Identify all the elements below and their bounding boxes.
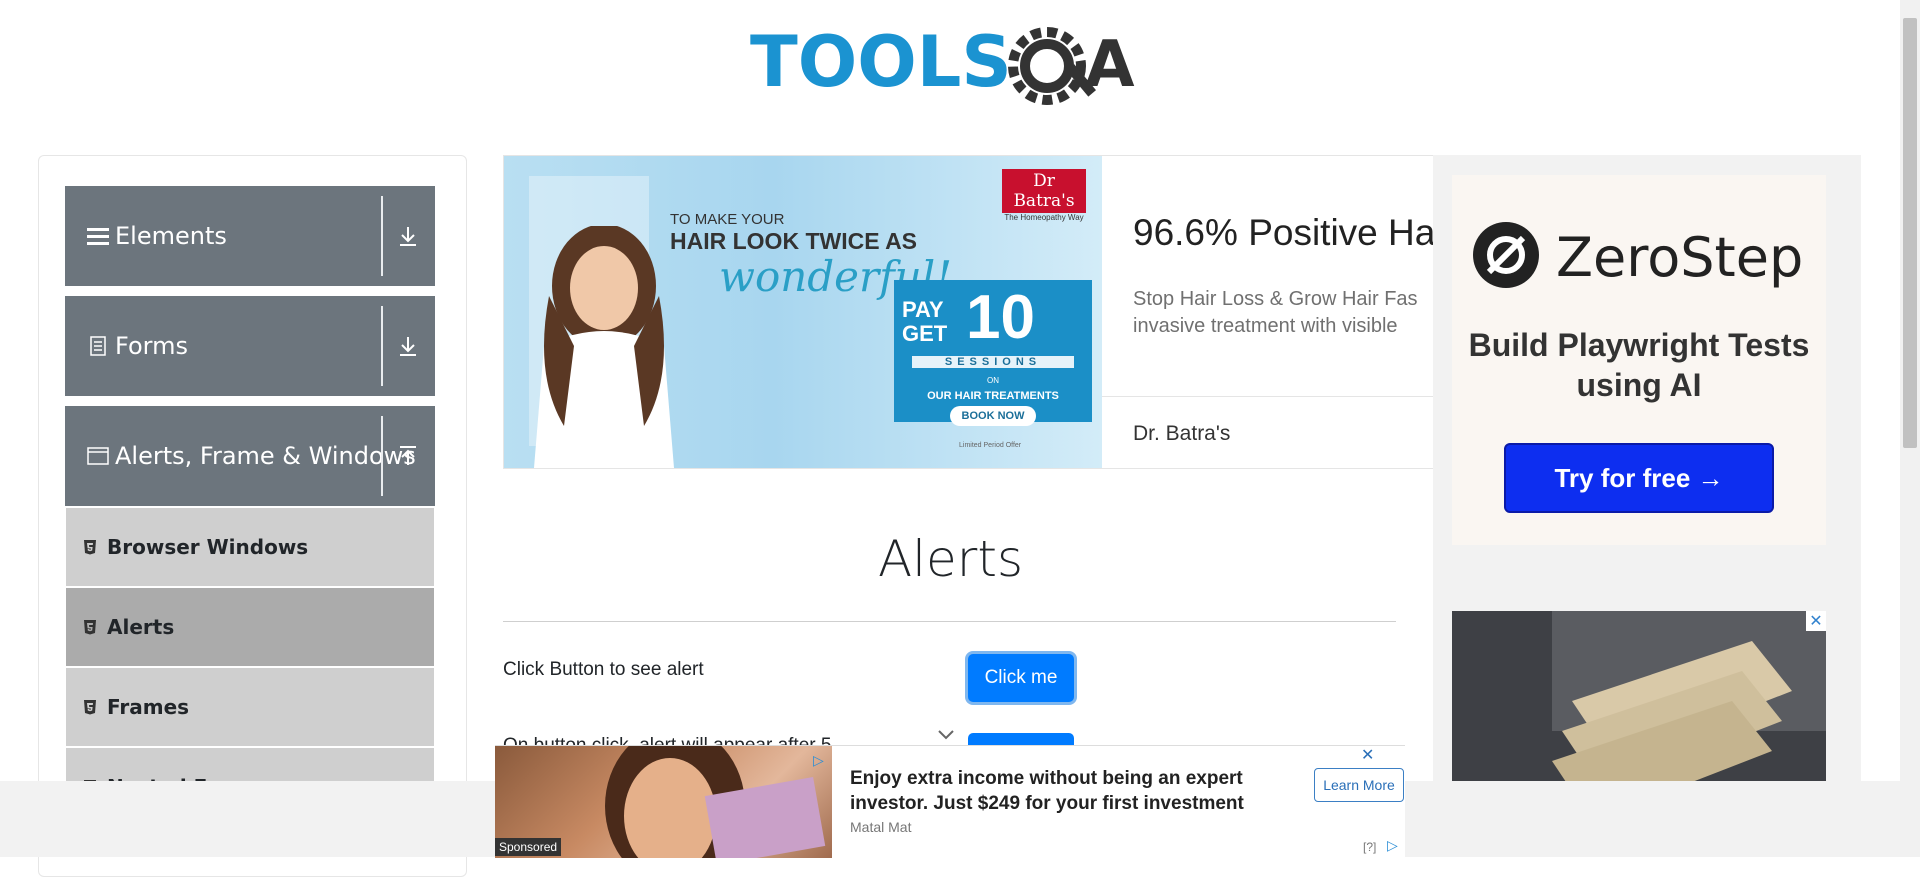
zerostep-headline: Build Playwright Tests using AI xyxy=(1468,327,1810,403)
hamburger-icon xyxy=(85,226,111,246)
sidebar-item-label: Browser Windows xyxy=(107,535,309,559)
close-icon[interactable]: ✕ xyxy=(1806,611,1826,631)
sidebar-group-label: Forms xyxy=(115,332,188,360)
sidebar-item-label: Frames xyxy=(107,695,190,719)
woman-image xyxy=(534,226,674,468)
banner-ad-line1: TO MAKE YOUR xyxy=(670,211,785,228)
logo-text-2: A xyxy=(1085,28,1135,102)
alert-button[interactable]: Click me xyxy=(968,654,1074,702)
toolsqa-logo[interactable]: TOOLS A xyxy=(745,18,1155,113)
help-link[interactable]: [?] xyxy=(1363,840,1376,854)
sticky-ad-brand: Matal Mat xyxy=(850,819,912,835)
sticky-ad[interactable]: ▷ Sponsored Enjoy extra income without b… xyxy=(495,745,1405,858)
html5-icon xyxy=(83,699,101,715)
gear-icon xyxy=(1008,27,1096,105)
sidebar-group-elements[interactable]: Elements xyxy=(65,186,435,286)
adchoices-icon[interactable]: ▷ xyxy=(813,752,824,769)
sidebar-item-label: Alerts xyxy=(107,615,175,639)
limited-offer-text: Limited Period Offer xyxy=(959,442,1022,449)
banner-ad[interactable]: TO MAKE YOUR HAIR LOOK TWICE AS wonderfu… xyxy=(503,155,1437,469)
zerostep-brand: ZeroStep xyxy=(1556,226,1804,289)
divider xyxy=(381,196,383,276)
chevron-down-icon[interactable] xyxy=(937,725,955,743)
divider xyxy=(503,621,1396,622)
sidebar-item-frames[interactable]: Frames xyxy=(66,667,434,746)
learn-more-button[interactable]: Learn More xyxy=(1314,768,1404,802)
banner-ad-line2: HAIR LOOK TWICE AS xyxy=(670,228,918,254)
html5-icon xyxy=(83,619,101,635)
adchoices-icon[interactable]: ▷ xyxy=(1387,837,1398,854)
window-icon xyxy=(85,447,111,465)
banner-ad-title[interactable]: 96.6% Positive Hai xyxy=(1133,212,1436,254)
try-for-free-button[interactable]: Try for free → xyxy=(1504,443,1774,513)
sticky-ad-image: ▷ Sponsored xyxy=(495,746,832,858)
page-title: Alerts xyxy=(877,530,1024,588)
alert-row-label: Click Button to see alert xyxy=(503,659,704,680)
sidebar-item-browser-windows[interactable]: Browser Windows xyxy=(66,507,434,586)
banner-ad-description: Stop Hair Loss & Grow Hair Fas invasive … xyxy=(1133,288,1418,337)
scrollbar-thumb[interactable] xyxy=(1903,18,1917,448)
document-icon xyxy=(85,336,111,356)
sidebar-item-alerts[interactable]: Alerts xyxy=(66,587,434,666)
upload-icon[interactable] xyxy=(393,406,423,506)
sidebar-group-label: Alerts, Frame & Windows xyxy=(115,442,416,470)
dr-batras-logo: Dr Batra's The Homeopathy Way xyxy=(1002,169,1086,222)
sidebar-group-forms[interactable]: Forms xyxy=(65,296,435,396)
sponsored-label: Sponsored xyxy=(495,838,562,856)
banner-ad-image: TO MAKE YOUR HAIR LOOK TWICE AS wonderfu… xyxy=(504,156,1102,468)
close-icon[interactable]: ✕ xyxy=(1361,745,1374,765)
divider xyxy=(381,306,383,386)
download-icon[interactable] xyxy=(393,296,423,396)
zerostep-logo-icon xyxy=(1473,222,1539,288)
divider xyxy=(381,416,383,496)
download-icon[interactable] xyxy=(393,186,423,286)
html5-icon xyxy=(83,539,101,555)
offer-box: PAY GET 10 SESSIONS ON OUR HAIR TREATMEN… xyxy=(894,280,1092,426)
banner-ad-brand[interactable]: Dr. Batra's xyxy=(1133,422,1230,446)
sidebar-group-label: Elements xyxy=(115,222,227,250)
divider xyxy=(1102,396,1436,397)
sidebar-group-alerts-frame-windows[interactable]: Alerts, Frame & Windows xyxy=(65,406,435,506)
logo-text: TOOLS xyxy=(750,21,1012,103)
sticky-ad-text[interactable]: Enjoy extra income without being an expe… xyxy=(850,766,1280,816)
